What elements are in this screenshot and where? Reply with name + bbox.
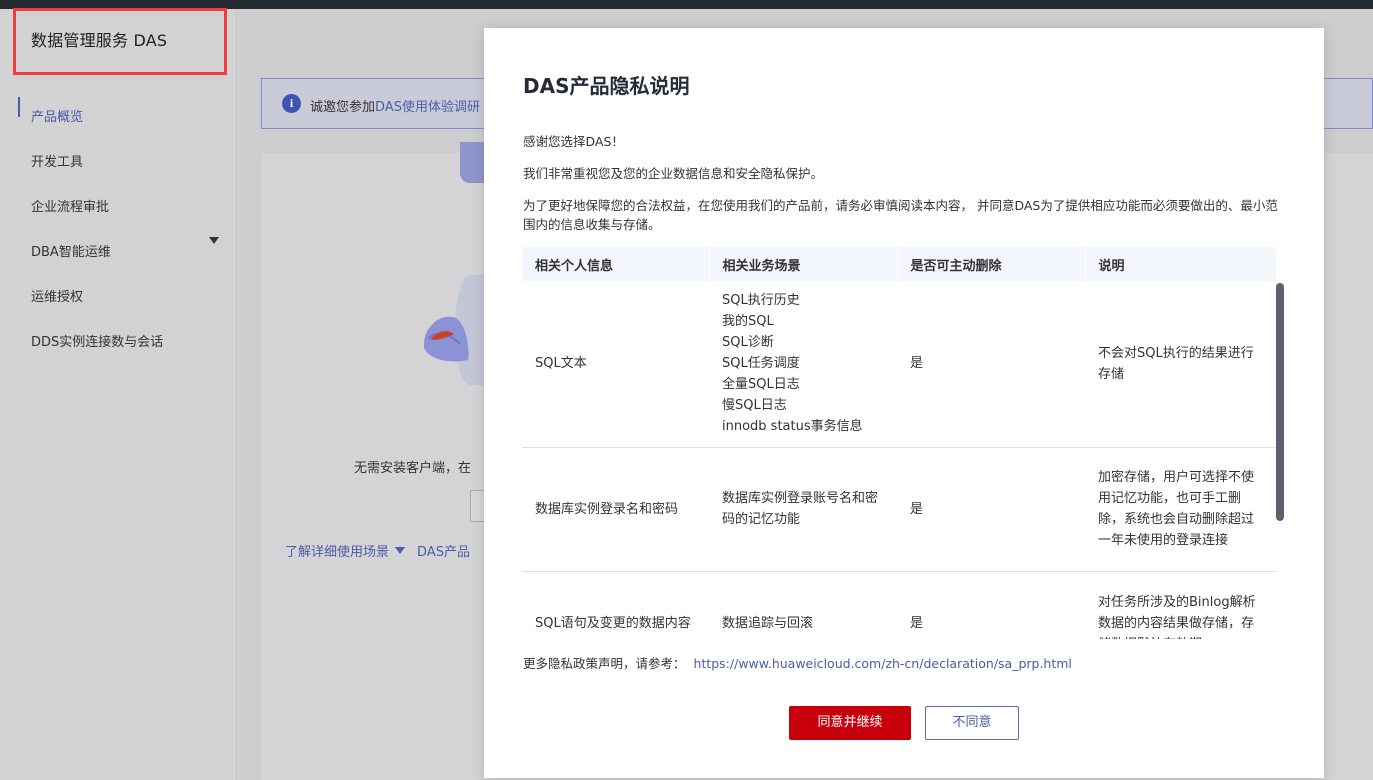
footer-note-text: 更多隐私政策声明，请参考： [523,656,686,671]
active-indicator [18,97,20,117]
scene-item: SQL执行历史 [722,293,800,309]
scene-item: 我的SQL [722,314,774,330]
caret-down-icon[interactable] [395,547,406,554]
cell-desc: 不会对SQL执行的结果进行存储 [1085,281,1276,448]
table-row: 数据库实例登录名和密码 数据库实例登录账号名和密码的记忆功能 是 加密存储，用户… [522,447,1276,572]
cell-desc: 加密存储，用户可选择不使用记忆功能，也可手工删除，系统也会自动删除超过一年未使用… [1085,447,1276,572]
scene-item: 全量SQL日志 [722,377,800,393]
cell-deletable: 是 [897,571,1085,639]
scene-item: 数据库实例登录账号名和密码的记忆功能 [722,491,879,527]
header-business-scene: 相关业务场景 [709,247,898,281]
header-personal-info: 相关个人信息 [522,247,710,281]
sidebar-item-dev-tools[interactable]: 开发工具 [31,151,83,170]
agree-button[interactable]: 同意并继续 [789,706,911,740]
table-scrollbar[interactable] [1276,283,1284,521]
dialog-para-consent: 为了更好地保障您的合法权益，在您使用我们的产品前，请务必审慎阅读本内容， 并同意… [523,198,1278,232]
scene-item: innodb status事务信息 [722,419,863,435]
cell-deletable: 是 [897,281,1085,448]
table-row: SQL文本 SQL执行历史 我的SQL SQL诊断 SQL任务调度 全量SQL日… [522,281,1276,448]
privacy-dialog: DAS产品隐私说明 感谢您选择DAS！ 我们非常重视您及您的企业数据信息和安全隐… [484,28,1324,778]
dialog-title: DAS产品隐私说明 [523,74,690,98]
dialog-para-thanks: 感谢您选择DAS！ [523,134,624,149]
table-row: SQL语句及变更的数据内容 数据追踪与回滚 是 对任务所涉及的Binlog解析数… [522,571,1276,639]
cell-info: SQL语句及变更的数据内容 [522,571,709,639]
cell-info: SQL文本 [522,281,709,448]
cell-scenes: 数据库实例登录账号名和密码的记忆功能 [709,447,897,572]
sidebar-item-dba[interactable]: DBA智能运维 [31,241,111,260]
cell-scenes: SQL执行历史 我的SQL SQL诊断 SQL任务调度 全量SQL日志 慢SQL… [709,281,897,448]
leaf-illustration-icon [423,316,469,362]
cell-deletable: 是 [897,447,1085,572]
scene-item: 数据追踪与回滚 [722,615,814,631]
privacy-table-container[interactable]: 相关个人信息 相关业务场景 是否可主动删除 说明 SQL文本 SQL执行历史 我… [522,247,1286,639]
header-deletable: 是否可主动删除 [897,247,1086,281]
privacy-table: 相关个人信息 相关业务场景 是否可主动删除 说明 SQL文本 SQL执行历史 我… [522,247,1277,639]
footer-note: 更多隐私政策声明，请参考： https://www.huaweicloud.com… [523,653,1072,672]
info-icon: i [282,94,301,113]
header-description: 说明 [1085,247,1277,281]
scene-item: 慢SQL日志 [722,398,787,414]
notice-prefix: 诚邀您参加 [310,100,376,115]
survey-link[interactable]: DAS使用体验调研 [375,100,480,115]
sidebar-title: 数据管理服务 DAS [31,31,168,50]
scene-item: SQL诊断 [722,335,774,351]
login-input[interactable] [470,490,484,522]
table-header-row: 相关个人信息 相关业务场景 是否可主动删除 说明 [522,247,1277,281]
sidebar-item-approval[interactable]: 企业流程审批 [31,196,109,215]
caret-down-icon[interactable] [209,237,219,244]
cell-scenes: 数据追踪与回滚 [709,571,897,639]
notice-text: 诚邀您参加DAS使用体验调研 [310,96,480,115]
scene-item: SQL任务调度 [722,356,800,372]
sidebar-item-overview[interactable]: 产品概览 [31,106,83,125]
disagree-button[interactable]: 不同意 [925,706,1019,740]
product-link[interactable]: DAS产品 [417,545,470,560]
dialog-para-privacy: 我们非常重视您及您的企业数据信息和安全隐私保护。 [523,166,824,181]
cell-info: 数据库实例登录名和密码 [522,447,709,572]
sidebar-item-ops-auth[interactable]: 运维授权 [31,286,83,305]
cell-desc: 对任务所涉及的Binlog解析数据的内容结果做存储，存储数据默认有效期 [1085,571,1276,639]
privacy-policy-link[interactable]: https://www.huaweicloud.com/zh-cn/declar… [694,656,1072,671]
bg-links: 了解详细使用场景 DAS产品 [285,541,470,560]
intro-text: 无需安装客户端，在 [354,461,472,476]
learn-scenarios-link[interactable]: 了解详细使用场景 [285,545,389,560]
sidebar-item-dds-sessions[interactable]: DDS实例连接数与会话 [31,331,163,350]
